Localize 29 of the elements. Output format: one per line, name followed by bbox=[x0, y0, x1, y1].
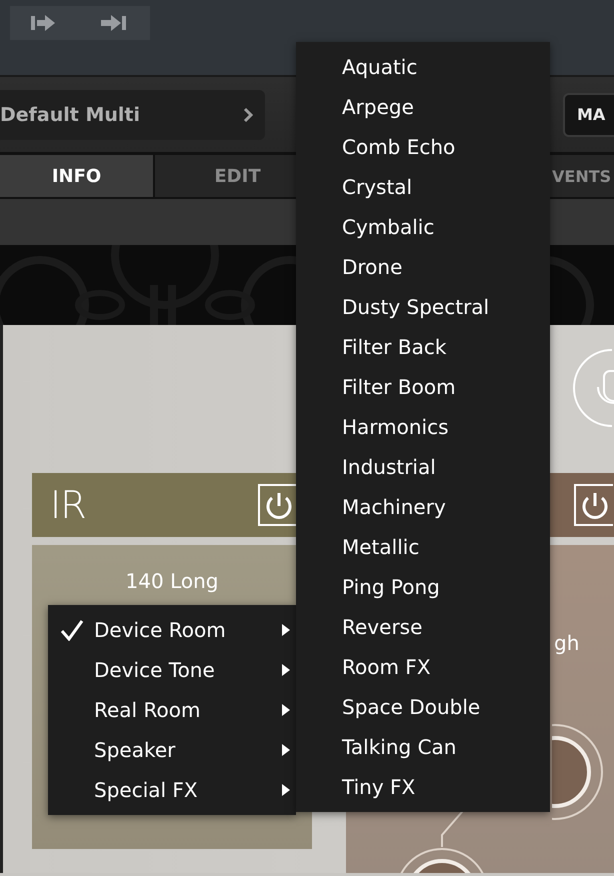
menu-item[interactable]: Real Room bbox=[48, 690, 296, 730]
header-button[interactable]: MA bbox=[563, 92, 614, 136]
skip-end-icon[interactable] bbox=[101, 13, 129, 33]
menu-item[interactable]: Drone bbox=[296, 247, 550, 287]
menu-item[interactable]: Industrial bbox=[296, 447, 550, 487]
menu-item[interactable]: Room FX bbox=[296, 647, 550, 687]
chevron-right-icon bbox=[243, 106, 253, 122]
menu-item[interactable]: Harmonics bbox=[296, 407, 550, 447]
menu-item[interactable]: Filter Boom bbox=[296, 367, 550, 407]
menu-item[interactable]: Device Room bbox=[48, 610, 296, 650]
preset-label: 140 Long bbox=[126, 569, 218, 593]
menu-item[interactable]: Filter Back bbox=[296, 327, 550, 367]
menu-item[interactable]: Special FX bbox=[48, 770, 296, 810]
preset-field[interactable]: Default Multi bbox=[0, 90, 265, 140]
menu-item[interactable]: Space Double bbox=[296, 687, 550, 727]
tab[interactable]: INFO bbox=[0, 155, 155, 197]
menu-item[interactable]: Talking Can bbox=[296, 727, 550, 767]
module-title: IR bbox=[50, 483, 86, 527]
menu-item[interactable]: Machinery bbox=[296, 487, 550, 527]
menu-item[interactable]: Device Tone bbox=[48, 650, 296, 690]
knob-label: gh bbox=[554, 631, 580, 655]
menu-item[interactable]: Reverse bbox=[296, 607, 550, 647]
menu-item[interactable]: Ping Pong bbox=[296, 567, 550, 607]
menu-item[interactable]: Speaker bbox=[48, 730, 296, 770]
menu-item[interactable]: Arpege bbox=[296, 87, 550, 127]
menu-item[interactable]: Dusty Spectral bbox=[296, 287, 550, 327]
menu-item[interactable]: Metallic bbox=[296, 527, 550, 567]
menu-item[interactable]: Aquatic bbox=[296, 47, 550, 87]
menu-item[interactable]: Tiny FX bbox=[296, 767, 550, 807]
